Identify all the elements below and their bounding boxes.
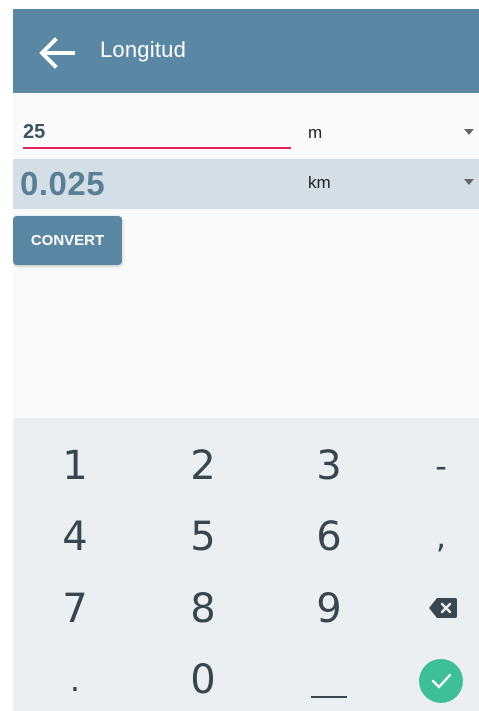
key-period[interactable]: . <box>17 644 133 711</box>
space-bar-icon <box>311 696 347 698</box>
result-row: 0.025 km <box>13 159 479 209</box>
space-key[interactable] <box>271 644 387 711</box>
result-value: 0.025 <box>20 165 106 202</box>
value-input[interactable] <box>23 117 291 149</box>
input-unit-dropdown[interactable]: m <box>308 123 474 151</box>
arrow-left-icon <box>39 37 75 69</box>
key-1[interactable]: 1 <box>17 430 133 502</box>
app-bar: Longitud <box>13 9 479 93</box>
dropdown-arrow-icon <box>464 179 474 185</box>
back-button[interactable] <box>35 31 79 75</box>
key-minus[interactable]: - <box>383 430 479 502</box>
screen: Longitud m 0.025 km CONVERT 1 2 3 - 4 5 … <box>13 9 479 711</box>
key-6[interactable]: 6 <box>271 501 387 573</box>
key-8[interactable]: 8 <box>145 573 261 645</box>
key-5[interactable]: 5 <box>145 501 261 573</box>
dropdown-arrow-icon <box>464 129 474 135</box>
input-unit-label: m <box>308 123 323 142</box>
backspace-icon <box>429 598 457 618</box>
key-9[interactable]: 9 <box>271 573 387 645</box>
key-3[interactable]: 3 <box>271 430 387 502</box>
key-4[interactable]: 4 <box>17 501 133 573</box>
numeric-keyboard: 1 2 3 - 4 5 6 , 7 8 9 . 0 <box>13 418 479 711</box>
input-row: m <box>13 109 479 161</box>
key-2[interactable]: 2 <box>145 430 261 502</box>
key-7[interactable]: 7 <box>17 573 133 645</box>
checkmark-icon <box>419 659 463 703</box>
page-title: Longitud <box>100 37 187 62</box>
key-comma[interactable]: , <box>383 501 479 573</box>
done-key[interactable] <box>383 644 479 711</box>
result-unit-label: km <box>308 173 331 192</box>
result-unit-dropdown[interactable]: km <box>308 173 474 201</box>
backspace-key[interactable] <box>383 573 479 645</box>
key-0[interactable]: 0 <box>145 644 261 711</box>
convert-button[interactable]: CONVERT <box>13 216 122 265</box>
